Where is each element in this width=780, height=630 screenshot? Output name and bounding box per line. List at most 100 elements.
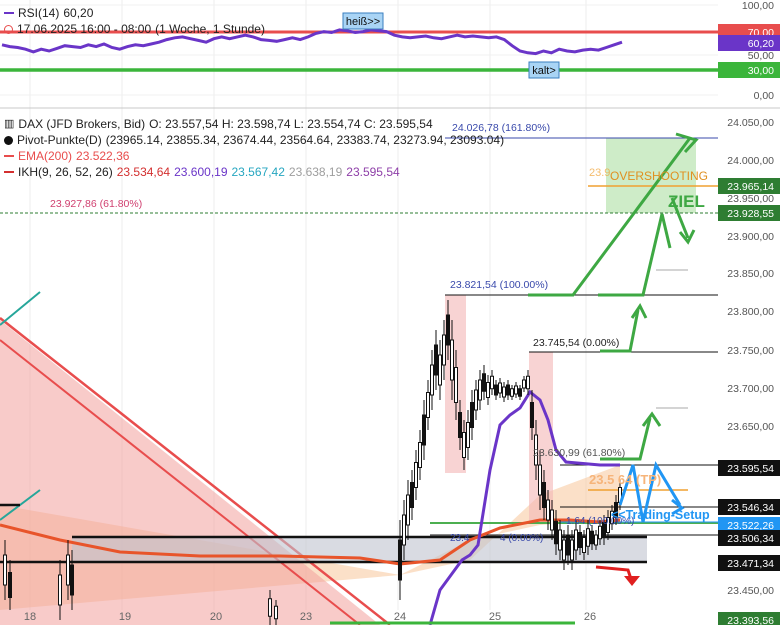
price-axis-tag-label: 23.928,55 xyxy=(727,208,774,220)
candle-body xyxy=(402,514,406,546)
ema-label: EMA(200) xyxy=(18,149,73,163)
rsi-level-swatch xyxy=(4,24,13,34)
fib-618-mid-label: 23.630,99 (61.80%) xyxy=(533,447,625,459)
price-axis-label: 23.950,00 xyxy=(727,193,774,205)
fib-618-top-label: 23.927,86 (61.80%) xyxy=(50,198,142,210)
ema-swatch xyxy=(4,155,14,157)
candle-body xyxy=(574,529,578,551)
candle-body xyxy=(522,379,526,389)
price-axis-label: 23.850,00 xyxy=(727,268,774,280)
symbol-name: DAX (JFD Brokers, Bid) xyxy=(18,117,146,131)
candle-body xyxy=(558,529,562,551)
ikh-label: IKH(9, 26, 52, 26) xyxy=(18,165,113,179)
candle-body xyxy=(518,388,522,397)
candle-body xyxy=(570,539,574,561)
price-axis-label: 23.700,00 xyxy=(727,383,774,395)
cold-badge-label: kalt> xyxy=(532,65,556,77)
candle-body xyxy=(8,572,12,598)
fib-0-low-label: 23.4 xyxy=(450,533,470,544)
ikh-value-4: 23.638,19 xyxy=(288,165,343,179)
candle-body xyxy=(578,532,582,548)
highlight-zone-2 xyxy=(529,352,553,522)
candle-body xyxy=(590,530,594,545)
candle-body xyxy=(482,373,486,392)
overshooting-label: OVERSHOOTING xyxy=(610,169,708,183)
candle-body xyxy=(406,494,410,526)
rsi-axis-label: 0,00 xyxy=(754,90,775,102)
candle-body xyxy=(486,382,490,398)
candle-body xyxy=(438,354,442,386)
timeframe-text: 17.06.2025 16:00 - 08:00 xyxy=(17,22,152,36)
fib-0-label: 23.745,54 (0.00%) xyxy=(533,337,619,349)
candle-body xyxy=(430,364,434,396)
time-axis-label: 23 xyxy=(300,611,312,623)
candle-body xyxy=(58,574,62,606)
rsi-indicator-name: RSI(14) xyxy=(18,6,60,20)
candle-body xyxy=(418,442,422,468)
candle-body xyxy=(268,598,272,617)
candle-body xyxy=(550,509,554,531)
candle-body xyxy=(450,339,454,381)
candle-body xyxy=(70,564,74,596)
hot-badge-label: heiß>> xyxy=(346,16,380,28)
pivot-swatch xyxy=(4,135,13,145)
pivot-values: (23965.14, 23855.34, 23674.44, 23564.64,… xyxy=(105,133,505,147)
candle-body xyxy=(526,375,530,390)
chart-canvas[interactable]: heiß>> kalt> 24.026,78 (161.80%) 23.927,… xyxy=(0,0,780,628)
price-axis-label: 24.050,00 xyxy=(727,117,774,129)
ikh-value-2: 23.600,19 xyxy=(174,165,228,179)
candle-body xyxy=(494,384,498,396)
candle-body xyxy=(530,402,534,428)
candle-body xyxy=(410,482,414,508)
candle-body xyxy=(586,528,590,547)
price-axis-tag-label: 23.471,34 xyxy=(727,558,774,570)
price-axis-label: 24.000,00 xyxy=(727,155,774,167)
time-axis-label: 19 xyxy=(119,611,131,623)
ikh-swatch xyxy=(4,171,14,173)
time-axis-label: 25 xyxy=(489,611,501,623)
candle-body xyxy=(478,379,482,401)
candle-body xyxy=(434,344,438,376)
candle-body xyxy=(562,539,566,561)
main-legend: ▥ DAX (JFD Brokers, Bid) O: 23.557,54 H:… xyxy=(4,116,504,180)
price-axis-label: 23.650,00 xyxy=(727,421,774,433)
candle-body xyxy=(566,534,570,556)
candle-body xyxy=(498,382,502,394)
candle-body xyxy=(454,367,458,403)
fib-100-label: 23.821,54 (100.00%) xyxy=(450,279,548,291)
ziel-label: ZIEL xyxy=(668,192,705,211)
candle-body xyxy=(490,375,494,390)
ema-value: 23.522,36 xyxy=(76,149,130,163)
price-axis-label: 23.900,00 xyxy=(727,231,774,243)
rsi-legend: RSI(14) 60,20 17.06.2025 16:00 - 08:00 (… xyxy=(4,5,265,37)
overshoot-number: 23.9 xyxy=(589,167,610,179)
chart-window: heiß>> kalt> 24.026,78 (161.80%) 23.927,… xyxy=(0,0,780,628)
candle-body xyxy=(546,499,550,521)
candle-body xyxy=(538,464,542,496)
candle-body xyxy=(554,520,558,545)
ikh-value-5: 23.595,54 xyxy=(346,165,400,179)
time-axis-label: 26 xyxy=(584,611,596,623)
price-axis-tag-label: 23.546,34 xyxy=(727,502,774,514)
price-axis-tag-label: 23.393,56 xyxy=(727,615,774,625)
candle-body xyxy=(422,414,426,446)
pivot-label: Pivot-Punkte(D) xyxy=(17,133,102,147)
fib-0-low-pct-label: 4 (0.00%) xyxy=(500,533,543,544)
candle-body xyxy=(582,537,586,553)
candle-body xyxy=(594,534,598,546)
price-axis-label: 23.800,00 xyxy=(727,306,774,318)
candle-body xyxy=(598,525,602,540)
candle-body xyxy=(470,402,474,428)
candle-body xyxy=(442,334,446,366)
period-text: (1 Woche, 1 Stunde) xyxy=(155,22,265,36)
time-axis-label: 20 xyxy=(210,611,222,623)
candle-body xyxy=(274,605,278,620)
candle-body xyxy=(414,462,418,488)
price-axis-tag-label: 23.595,54 xyxy=(727,463,774,475)
rsi-axis-tag-label: 60,20 xyxy=(748,38,774,50)
candle-body xyxy=(466,422,470,448)
time-axis-label: 24 xyxy=(394,611,406,623)
candle-body xyxy=(506,384,510,396)
rsi-swatch xyxy=(4,12,14,14)
ohlc-values: O: 23.557,54 H: 23.598,74 L: 23.554,74 C… xyxy=(149,117,433,131)
